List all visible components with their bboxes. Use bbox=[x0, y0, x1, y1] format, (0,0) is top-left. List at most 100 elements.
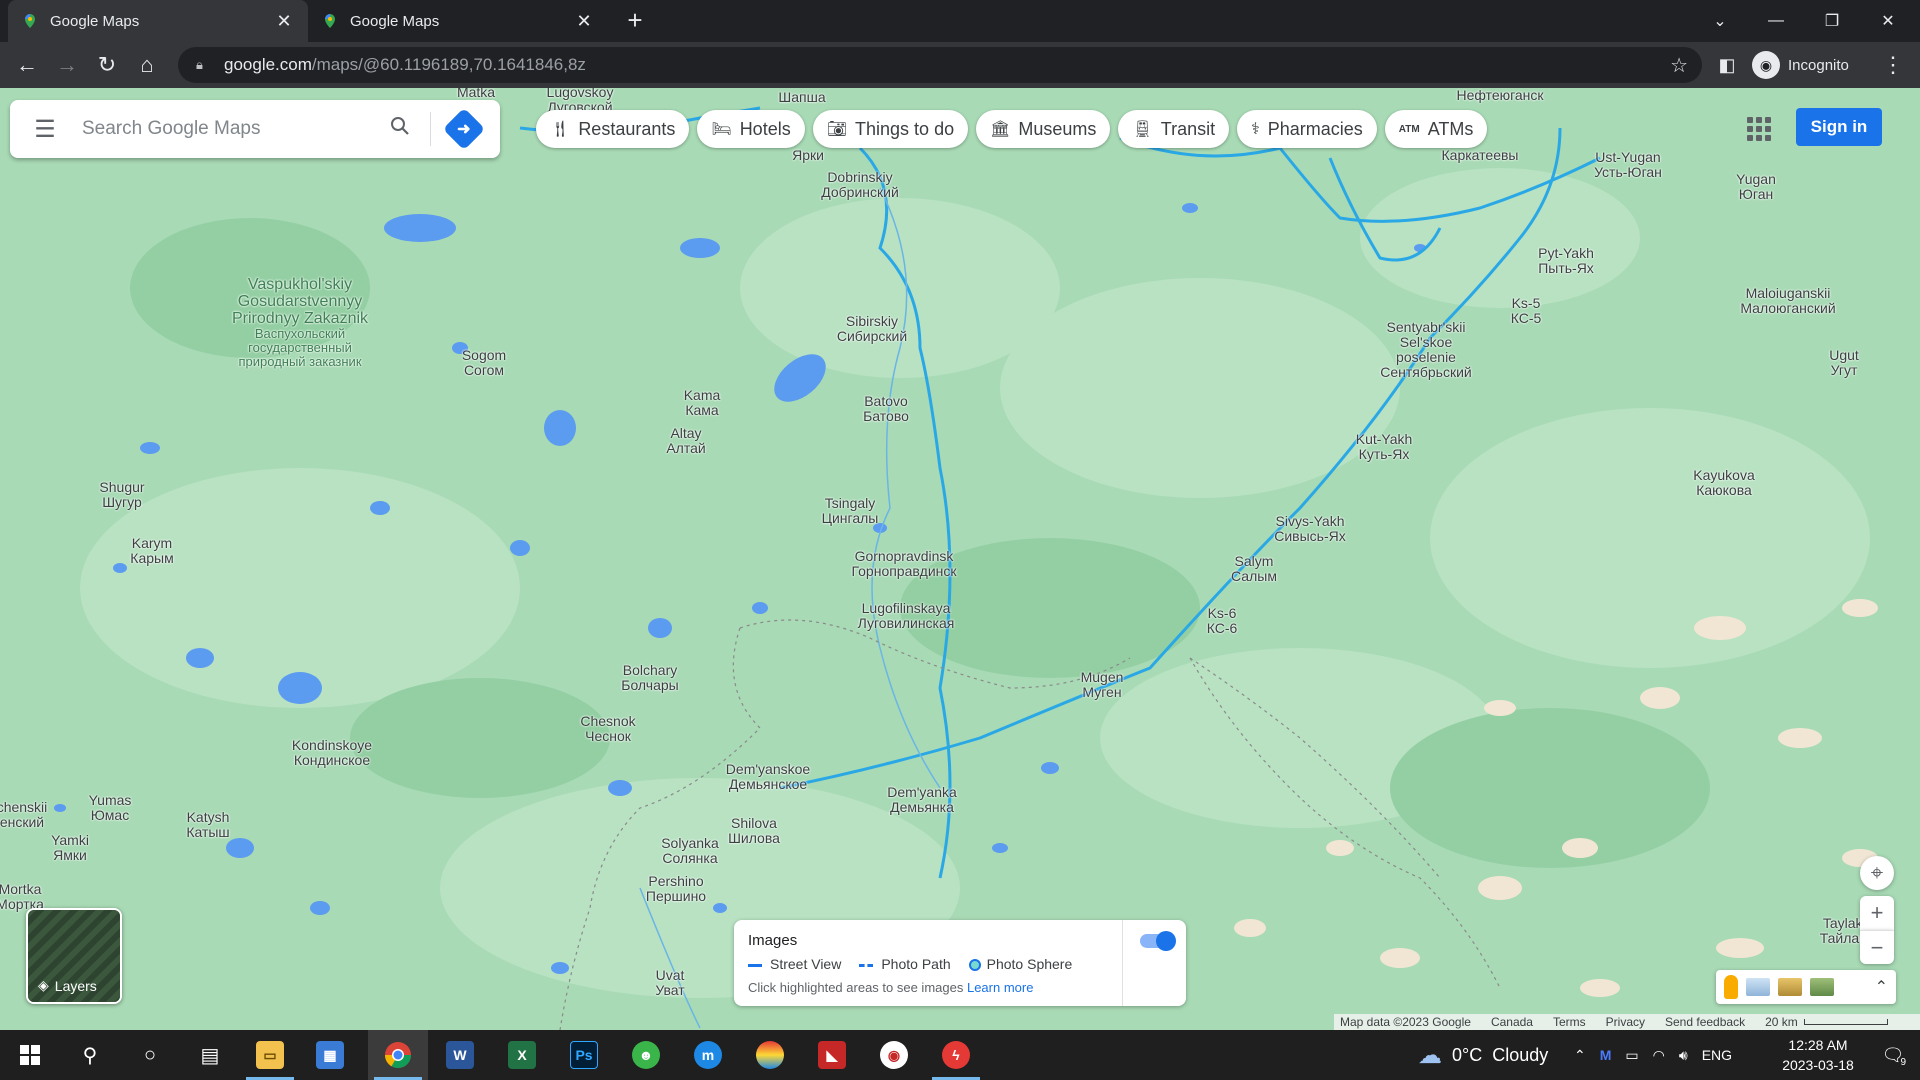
zoom-out-button[interactable]: − bbox=[1860, 930, 1894, 964]
place-label[interactable]: Ugut Угут bbox=[1829, 348, 1859, 378]
weather-widget[interactable]: ☁ 0°C Cloudy bbox=[1418, 1030, 1548, 1080]
new-tab-button[interactable]: + bbox=[622, 7, 648, 34]
task-view-icon[interactable]: ▤ bbox=[180, 1030, 240, 1080]
maximize-icon[interactable]: ❐ bbox=[1804, 0, 1860, 42]
chevron-up-icon[interactable]: ⌃ bbox=[1574, 1047, 1586, 1064]
place-label[interactable]: Kondinskoye Кондинское bbox=[292, 738, 372, 768]
place-label[interactable]: Gornopravdinsk Горноправдинск bbox=[851, 549, 956, 579]
chip-hotels[interactable]: 🛏︎ Hotels bbox=[697, 110, 805, 148]
wifi-icon[interactable]: ◠ bbox=[1653, 1047, 1665, 1064]
place-label[interactable]: Shilova Шилова bbox=[728, 816, 780, 846]
chip-restaurants[interactable]: 🍴︎ Restaurants bbox=[536, 110, 690, 148]
chip-museums[interactable]: 🏛︎ Museums bbox=[976, 110, 1111, 148]
chip-pharmacies[interactable]: ⚕︎ Pharmacies bbox=[1237, 110, 1377, 148]
place-label[interactable]: Ks-6 КС-6 bbox=[1207, 606, 1238, 636]
place-label[interactable]: Salym Салым bbox=[1231, 554, 1277, 584]
notification-center-icon[interactable]: 🗨︎ 9 bbox=[1878, 1040, 1908, 1070]
reload-icon[interactable]: ↻ bbox=[92, 50, 122, 80]
photoshop-icon[interactable]: Ps bbox=[554, 1030, 614, 1080]
file-explorer-icon[interactable]: ▭ bbox=[240, 1030, 300, 1080]
sign-in-button[interactable]: Sign in bbox=[1796, 108, 1882, 146]
send-feedback-link[interactable]: Send feedback bbox=[1665, 1015, 1745, 1029]
browser-tab[interactable]: Google Maps ✕ bbox=[8, 0, 308, 42]
blue-app-icon[interactable]: m bbox=[678, 1030, 738, 1080]
media-player-icon[interactable]: ◉ bbox=[864, 1030, 924, 1080]
close-tab-icon[interactable]: ✕ bbox=[274, 11, 294, 31]
google-apps-icon[interactable] bbox=[1744, 114, 1772, 142]
privacy-link[interactable]: Privacy bbox=[1606, 1015, 1645, 1029]
imagery-thumb[interactable] bbox=[1746, 978, 1770, 996]
red-app-icon[interactable]: ◣ bbox=[802, 1030, 862, 1080]
search-icon[interactable] bbox=[380, 116, 420, 142]
place-label[interactable]: Pyt-Yakh Пыть-Ях bbox=[1538, 246, 1594, 276]
chip-atms[interactable]: ATM ATMs bbox=[1384, 110, 1488, 148]
place-label[interactable]: Lugofilinskaya Луговилинская bbox=[858, 601, 955, 631]
side-panel-icon[interactable]: ◧ bbox=[1712, 50, 1742, 80]
place-label[interactable]: Pershino Першино bbox=[646, 874, 706, 904]
flash-app-icon[interactable]: ϟ bbox=[926, 1030, 986, 1080]
place-label[interactable]: Yumas Юмас bbox=[89, 793, 132, 823]
pegman-icon[interactable] bbox=[1724, 975, 1738, 999]
place-label[interactable]: Sogom Согом bbox=[462, 348, 506, 378]
search-input[interactable] bbox=[80, 117, 380, 141]
clock[interactable]: 12:28 AM 2023-03-18 bbox=[1760, 1035, 1876, 1075]
close-tab-icon[interactable]: ✕ bbox=[574, 11, 594, 31]
search-icon[interactable]: ⚲ bbox=[60, 1030, 120, 1080]
place-label[interactable]: Kut-Yakh Куть-Ях bbox=[1356, 432, 1413, 462]
green-app-icon[interactable]: ☻ bbox=[616, 1030, 676, 1080]
layers-button[interactable]: ◈ Layers bbox=[26, 908, 122, 1004]
cortana-circle-icon[interactable]: ○ bbox=[120, 1030, 180, 1080]
imagery-thumb[interactable] bbox=[1810, 978, 1834, 996]
place-label[interactable]: Altay Алтай bbox=[666, 426, 705, 456]
place-label[interactable]: Шапша bbox=[778, 90, 825, 105]
battery-icon[interactable]: ▭ bbox=[1625, 1047, 1638, 1064]
place-label[interactable]: Sentyabr'skii Sel'skoe poselenie Сентябрь… bbox=[1378, 320, 1474, 380]
place-label[interactable]: Chesnok Чеснок bbox=[580, 714, 635, 744]
scale-bar[interactable]: 20 km bbox=[1765, 1015, 1888, 1029]
country-link[interactable]: Canada bbox=[1491, 1015, 1533, 1029]
place-label[interactable]: chenskii енский bbox=[0, 800, 47, 830]
place-label[interactable]: Sivys-Yakh Сивысь-Ях bbox=[1274, 514, 1346, 544]
place-label[interactable]: Shugur Шугур bbox=[99, 480, 144, 510]
place-label[interactable]: Batovo Батово bbox=[863, 394, 909, 424]
place-label[interactable]: Yugan Юган bbox=[1736, 172, 1776, 202]
chip-things-to-do[interactable]: 📷︎ Things to do bbox=[812, 110, 969, 148]
images-toggle[interactable] bbox=[1140, 931, 1176, 951]
place-label[interactable]: Sibirskiy Сибирский bbox=[837, 314, 907, 344]
place-label[interactable]: Maloiuganskii Малоюганский bbox=[1740, 286, 1835, 316]
place-label[interactable]: Kayukova Каюкова bbox=[1693, 468, 1754, 498]
browser-tab[interactable]: Google Maps ✕ bbox=[308, 0, 608, 42]
app-tray-m-icon[interactable]: M bbox=[1600, 1047, 1612, 1063]
nature-reserve-label[interactable]: Vaspukhol'skiy Gosudarstvennyy Prirodnyy… bbox=[225, 276, 375, 369]
word-icon[interactable]: W bbox=[430, 1030, 490, 1080]
place-label[interactable]: Ярки bbox=[792, 148, 824, 163]
place-label[interactable]: Yamki Ямки bbox=[51, 833, 89, 863]
hamburger-menu-icon[interactable]: ☰ bbox=[10, 115, 80, 144]
place-label[interactable]: Tsingaly Цингалы bbox=[822, 496, 879, 526]
forward-arrow-icon[interactable]: → bbox=[52, 50, 82, 80]
chevron-up-icon[interactable]: ⌃ bbox=[1875, 977, 1888, 997]
bookmark-star-icon[interactable]: ☆ bbox=[1670, 53, 1688, 78]
terms-link[interactable]: Terms bbox=[1553, 1015, 1586, 1029]
place-label[interactable]: Bolchary Болчары bbox=[621, 663, 678, 693]
control-panel-icon[interactable]: ▦ bbox=[300, 1030, 360, 1080]
back-arrow-icon[interactable]: ← bbox=[12, 50, 42, 80]
directions-button[interactable]: ➜ bbox=[442, 107, 486, 151]
chrome-icon[interactable] bbox=[368, 1030, 428, 1080]
address-bar[interactable]: 🔒︎ google.com /maps/@60.1196189,70.16418… bbox=[178, 47, 1702, 83]
place-label[interactable]: Uvat Уват bbox=[655, 968, 684, 998]
place-label[interactable]: Mugen Муген bbox=[1081, 670, 1124, 700]
volume-icon[interactable]: 🔊︎ bbox=[1679, 1047, 1688, 1064]
place-label[interactable]: Kama Кама bbox=[684, 388, 721, 418]
place-label[interactable]: Ks-5 КС-5 bbox=[1511, 296, 1542, 326]
chip-transit[interactable]: 🚆︎ Transit bbox=[1118, 110, 1230, 148]
language-indicator[interactable]: ENG bbox=[1702, 1047, 1732, 1063]
excel-icon[interactable]: X bbox=[492, 1030, 552, 1080]
place-label[interactable]: Katysh Катыш bbox=[186, 810, 229, 840]
tab-search-chevron-icon[interactable]: ⌄ bbox=[1692, 0, 1748, 42]
zoom-in-button[interactable]: + bbox=[1860, 896, 1894, 930]
place-label[interactable]: Каркатеевы bbox=[1442, 148, 1519, 163]
place-label[interactable]: Solyanka Солянка bbox=[661, 836, 719, 866]
imagery-thumb[interactable] bbox=[1778, 978, 1802, 996]
place-label[interactable]: Нефтеюганск bbox=[1456, 88, 1543, 103]
